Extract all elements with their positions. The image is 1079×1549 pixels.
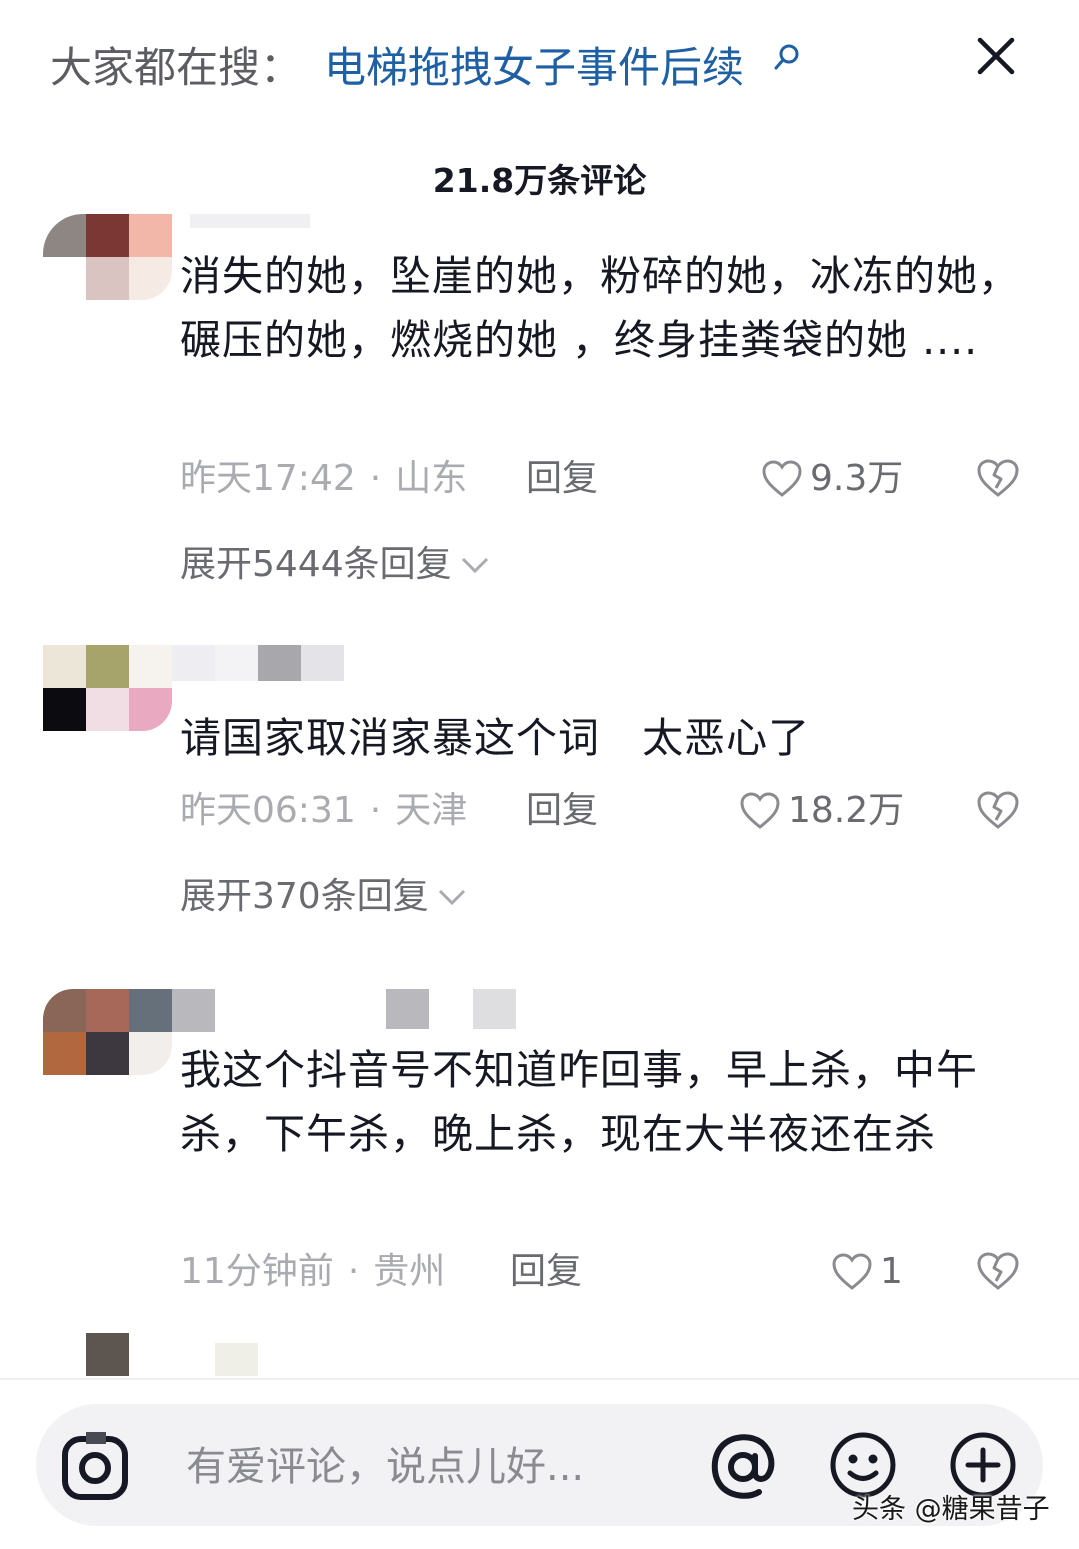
avatar[interactable] — [43, 645, 173, 775]
like-button[interactable]: 18.2万 — [740, 786, 904, 836]
like-count: 9.3万 — [810, 458, 904, 499]
broken-heart-icon[interactable] — [976, 458, 1020, 498]
expand-replies-label: 展开5444条回复 — [180, 544, 452, 585]
username-blurred[interactable] — [386, 989, 516, 1029]
expand-replies-label: 展开370条回复 — [180, 876, 429, 917]
expand-replies-button[interactable]: 展开5444条回复 — [180, 540, 490, 590]
comment-location: 山东 — [395, 458, 468, 499]
like-button[interactable]: 1 — [832, 1247, 903, 1297]
broken-heart-icon[interactable] — [976, 790, 1020, 830]
comment-time: 昨天06:31 — [180, 790, 356, 831]
search-icon[interactable] — [772, 42, 802, 72]
like-button[interactable]: 9.3万 — [762, 454, 903, 504]
chevron-down-icon — [461, 557, 488, 574]
comment-location: 贵州 — [373, 1251, 446, 1292]
comment-text: 消失的她，坠崖的她，粉碎的她，冰冻的她，碾压的她，燃烧的她 ，终身挂粪袋的她 .… — [180, 252, 1020, 364]
heart-icon — [762, 460, 802, 497]
chevron-down-icon — [438, 889, 465, 906]
broken-heart-icon[interactable] — [976, 1251, 1020, 1291]
comment-time: 昨天17:42 — [180, 458, 356, 499]
reply-button[interactable]: 回复 — [526, 454, 598, 504]
avatar-partial[interactable] — [86, 1333, 258, 1383]
avatar[interactable] — [43, 989, 215, 1119]
comment-text: 我这个抖音号不知道咋回事，早上杀，中午杀，下午杀，晚上杀，现在大半夜还在杀 — [180, 1046, 978, 1158]
comment-meta: 昨天17:42 · 山东 — [180, 458, 468, 499]
comment-location: 天津 — [395, 790, 468, 831]
comment-meta: 昨天06:31 · 天津 — [180, 790, 468, 831]
search-suggestion-link[interactable]: 电梯拖拽女子事件后续 — [324, 38, 744, 98]
like-count: 18.2万 — [788, 790, 905, 831]
like-count: 1 — [880, 1251, 903, 1292]
close-icon[interactable] — [968, 28, 1024, 84]
reply-button[interactable]: 回复 — [526, 786, 598, 836]
comment-count-title: 21.8万条评论 — [432, 161, 647, 200]
comment-time: 11分钟前 — [180, 1251, 334, 1292]
top-bar: 大家都在搜： 电梯拖拽女子事件后续 — [0, 0, 1079, 140]
username-blurred[interactable] — [172, 645, 344, 681]
at-icon[interactable] — [706, 1430, 780, 1504]
avatar[interactable] — [43, 214, 173, 344]
expand-replies-button[interactable]: 展开370条回复 — [180, 872, 467, 922]
camera-icon[interactable] — [60, 1432, 130, 1502]
search-suggestion-prefix: 大家都在搜： — [50, 43, 303, 92]
comment-meta: 11分钟前 · 贵州 — [180, 1251, 446, 1292]
divider — [0, 1378, 1079, 1380]
username-blurred[interactable] — [190, 214, 310, 228]
comment-input-placeholder[interactable]: 有爱评论，说点儿好... — [186, 1437, 584, 1497]
heart-icon — [740, 792, 780, 829]
heart-icon — [832, 1253, 872, 1290]
reply-button[interactable]: 回复 — [510, 1247, 582, 1297]
comment-text: 请国家取消家暴这个词 太恶心了 — [180, 714, 811, 762]
watermark: 头条 @糖果昔子 — [852, 1494, 1050, 1525]
